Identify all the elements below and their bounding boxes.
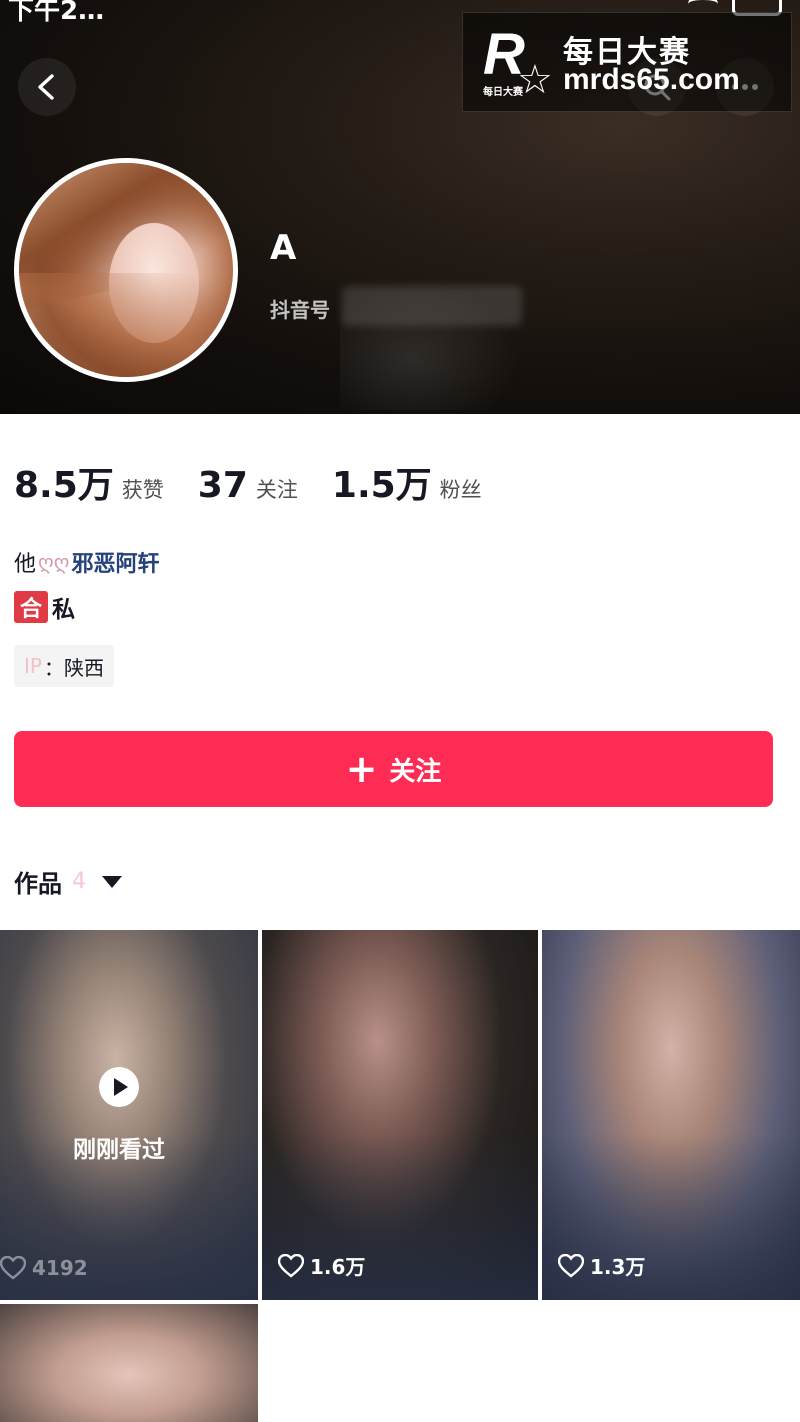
profile-stats: 8.5万 获赞 37 关注 1.5万 粉丝: [14, 456, 516, 508]
chevron-left-icon: [38, 74, 54, 100]
plus-icon: +: [345, 747, 378, 791]
stat-likes[interactable]: 8.5万 获赞: [14, 456, 164, 508]
heart-icon: [278, 1253, 304, 1278]
likes-count: 1.3万: [590, 1255, 646, 1279]
ip-value: ：陕西: [43, 655, 104, 680]
recently-watched-label: 刚刚看过: [73, 1137, 165, 1163]
stat-followers[interactable]: 1.5万 粉丝: [332, 456, 482, 508]
video-likes: 1.3万: [558, 1251, 645, 1280]
bio-line-2: 合 私: [14, 590, 75, 624]
video-likes: 1.6万: [278, 1251, 365, 1280]
stat-value: 37: [197, 465, 248, 506]
tab-works[interactable]: 作品 4: [14, 864, 122, 899]
avatar[interactable]: [14, 158, 238, 382]
stat-following[interactable]: 37 关注: [198, 465, 298, 506]
stat-label: 关注: [255, 478, 298, 502]
play-icon: [99, 1067, 139, 1107]
watermark: R ☆ 每日大赛 每日大赛 mrds65.com: [462, 12, 792, 112]
profile-name: A: [270, 228, 297, 268]
heart-icon: [0, 1256, 26, 1280]
heart-icon: [558, 1253, 584, 1278]
watermark-logo: R ☆ 每日大赛: [481, 21, 553, 105]
follow-label: 关注: [389, 756, 442, 787]
triangle-down-icon[interactable]: [102, 875, 122, 888]
he-badge: 合: [14, 591, 48, 623]
video-thumbnail[interactable]: 1.3万: [542, 930, 800, 1300]
bio-line-1: 他 ღღ 邪恶阿轩: [14, 546, 159, 578]
video-thumbnail[interactable]: 刚刚看过 4192: [0, 930, 258, 1300]
likes-count: 1.6万: [310, 1255, 366, 1279]
stat-value: 8.5万: [14, 465, 114, 506]
stat-value: 1.5万: [331, 465, 432, 506]
bio-mention-link[interactable]: 邪恶阿轩: [71, 546, 159, 578]
bio-prefix: 他: [14, 552, 37, 577]
ip-location-tag: IP ：陕西: [14, 645, 114, 687]
bio-text: 私: [52, 597, 75, 623]
video-thumbnail[interactable]: 1.6万: [262, 930, 538, 1300]
stat-label: 获赞: [121, 478, 164, 502]
tab-works-label: 作品: [14, 870, 62, 898]
douyin-id-value: [342, 286, 522, 326]
watermark-logo-small: 每日大赛: [483, 87, 523, 98]
follow-button[interactable]: + 关注: [14, 731, 773, 807]
douyin-id-label: 抖音号: [270, 298, 330, 322]
back-button[interactable]: [18, 58, 76, 116]
ip-label: IP: [24, 654, 42, 678]
watermark-url: mrds65.com: [563, 63, 740, 96]
hearts-icon: ღღ: [38, 550, 70, 574]
status-time: 下午2…: [8, 0, 105, 26]
likes-count: 4192: [32, 1256, 88, 1280]
video-thumbnail[interactable]: [0, 1304, 258, 1422]
tab-works-count: 4: [72, 869, 86, 894]
profile-header: 下午2… R ☆ 每日大赛 每日大赛 mrds65.com A 抖音号: [0, 0, 800, 414]
video-likes: 4192: [0, 1256, 88, 1280]
stat-label: 粉丝: [439, 478, 482, 502]
